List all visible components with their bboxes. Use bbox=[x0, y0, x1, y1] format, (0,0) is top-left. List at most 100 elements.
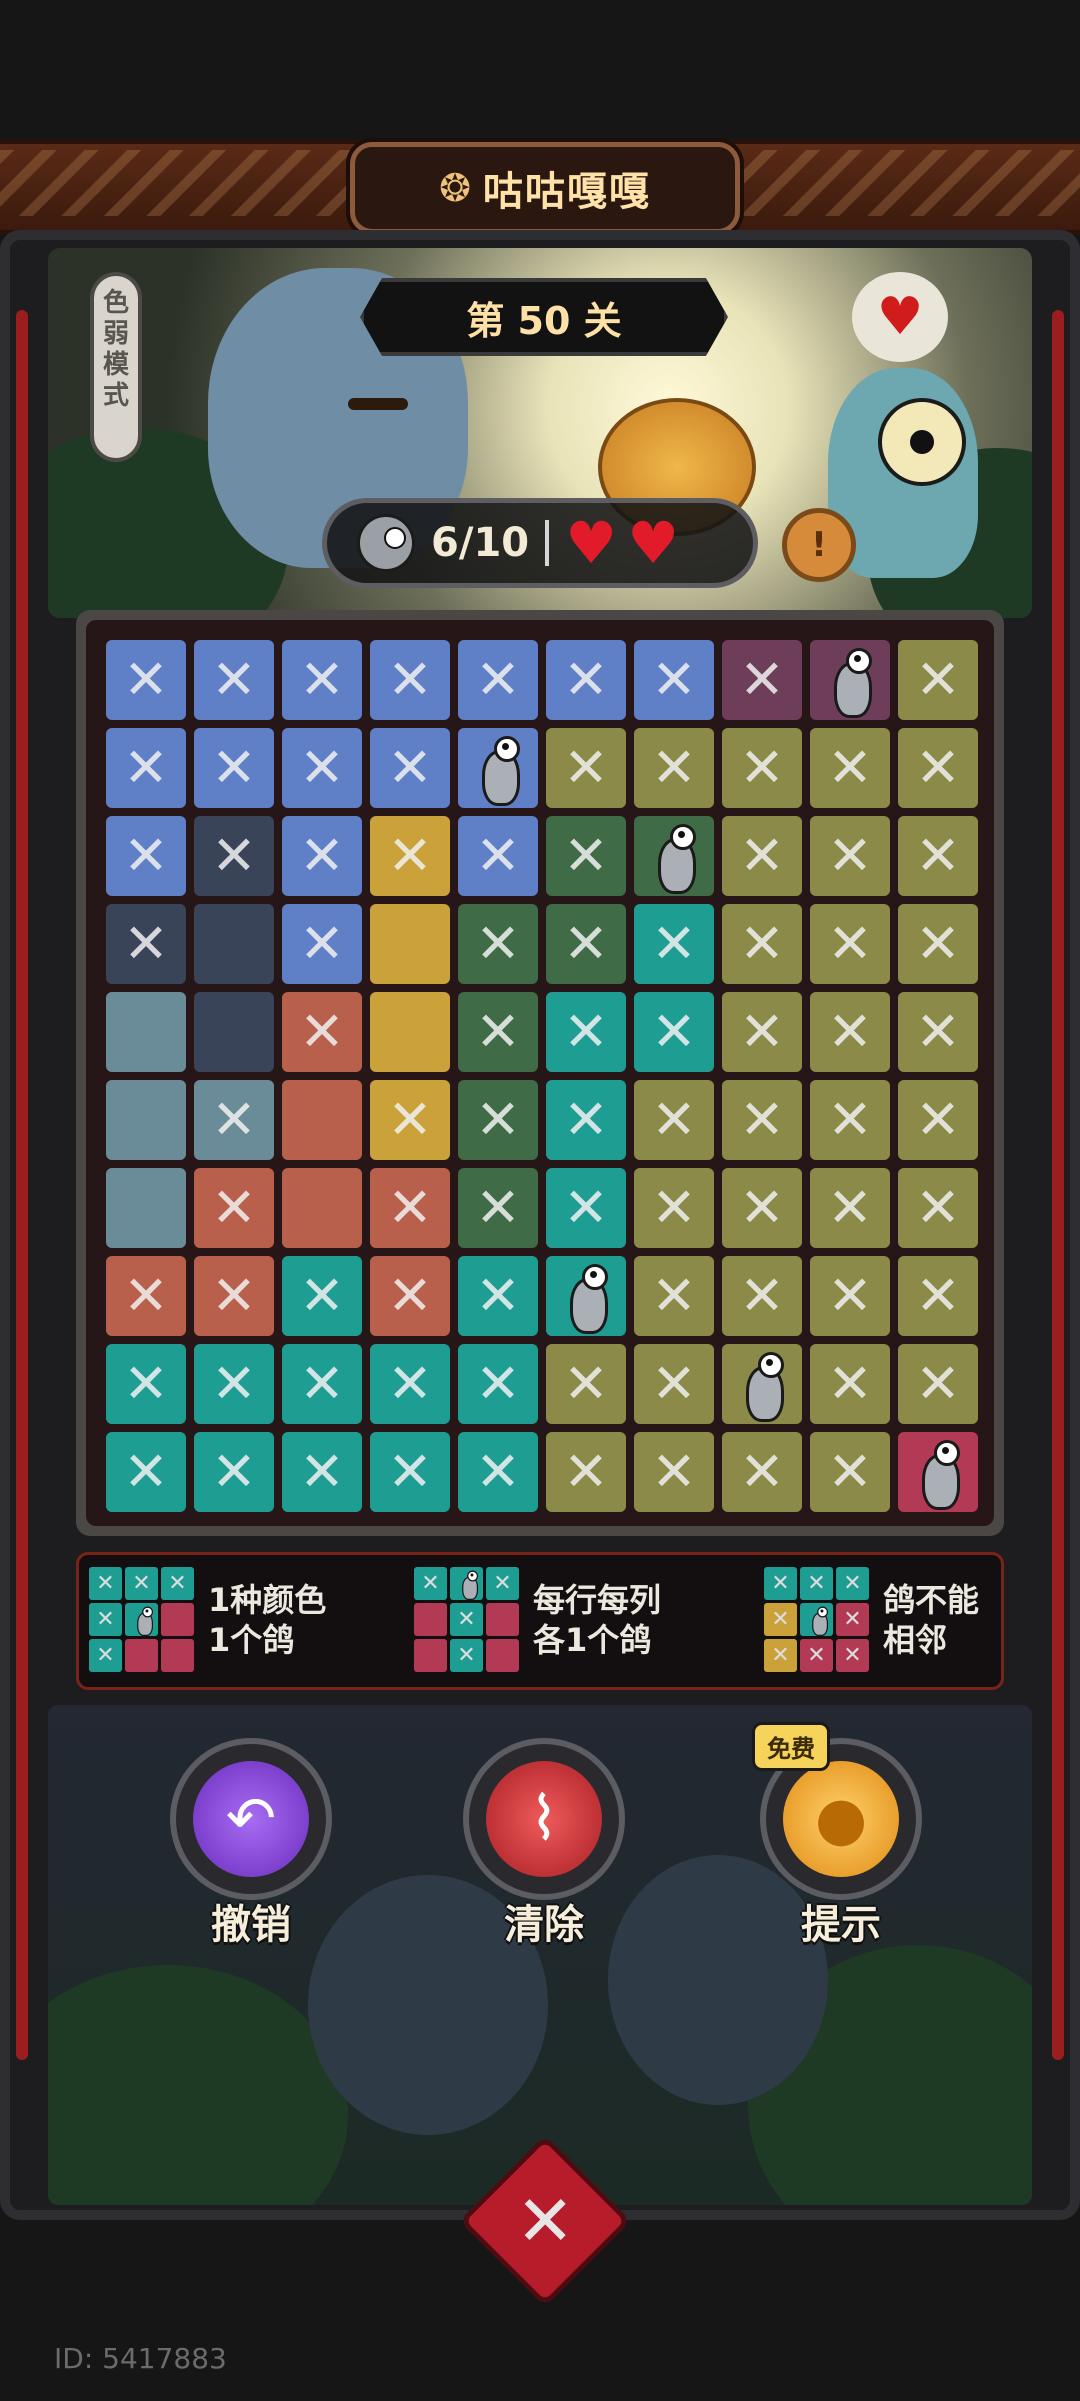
board-cell[interactable]: ✕ bbox=[634, 640, 714, 720]
board-cell[interactable]: ✕ bbox=[194, 1168, 274, 1248]
board-cell[interactable]: ✕ bbox=[722, 1168, 802, 1248]
board-cell[interactable]: ✕ bbox=[546, 1080, 626, 1160]
board-cell[interactable]: ✕ bbox=[546, 728, 626, 808]
board-cell[interactable] bbox=[458, 728, 538, 808]
board-cell[interactable]: ✕ bbox=[546, 1168, 626, 1248]
board-cell[interactable]: ✕ bbox=[546, 816, 626, 896]
board-cell[interactable]: ✕ bbox=[106, 1432, 186, 1512]
board-cell[interactable]: ✕ bbox=[458, 992, 538, 1072]
board-cell[interactable]: ✕ bbox=[898, 728, 978, 808]
board-cell[interactable]: ✕ bbox=[634, 1256, 714, 1336]
board-cell[interactable]: ✕ bbox=[898, 992, 978, 1072]
board-cell[interactable]: ✕ bbox=[810, 816, 890, 896]
board-cell[interactable]: ✕ bbox=[634, 992, 714, 1072]
board-cell[interactable]: ✕ bbox=[898, 1256, 978, 1336]
board-cell[interactable] bbox=[898, 1432, 978, 1512]
board-cell[interactable] bbox=[282, 1168, 362, 1248]
board-cell[interactable]: ✕ bbox=[634, 904, 714, 984]
board-cell[interactable] bbox=[370, 904, 450, 984]
board-cell[interactable]: ✕ bbox=[810, 1432, 890, 1512]
undo-button[interactable]: ↶ 撤销 bbox=[170, 1738, 332, 1950]
board-cell[interactable]: ✕ bbox=[458, 816, 538, 896]
board-cell[interactable]: ✕ bbox=[106, 1344, 186, 1424]
board-cell[interactable]: ✕ bbox=[722, 640, 802, 720]
board-cell[interactable]: ✕ bbox=[282, 904, 362, 984]
board-cell[interactable]: ✕ bbox=[194, 728, 274, 808]
hint-button[interactable]: ● 免费 提示 bbox=[752, 1722, 922, 1950]
board-cell[interactable]: ✕ bbox=[370, 640, 450, 720]
board-cell[interactable]: ✕ bbox=[810, 1256, 890, 1336]
board-cell[interactable]: ✕ bbox=[898, 1344, 978, 1424]
board-cell[interactable]: ✕ bbox=[722, 1256, 802, 1336]
board-cell[interactable] bbox=[106, 1168, 186, 1248]
board-cell[interactable]: ✕ bbox=[898, 904, 978, 984]
board-cell[interactable]: ✕ bbox=[458, 1256, 538, 1336]
board-cell[interactable] bbox=[722, 1344, 802, 1424]
board-cell[interactable]: ✕ bbox=[810, 1168, 890, 1248]
board-cell[interactable]: ✕ bbox=[546, 640, 626, 720]
board-cell[interactable]: ✕ bbox=[546, 1344, 626, 1424]
board-cell[interactable]: ✕ bbox=[898, 1080, 978, 1160]
board-cell[interactable]: ✕ bbox=[722, 992, 802, 1072]
board-cell[interactable]: ✕ bbox=[194, 1256, 274, 1336]
board-cell[interactable]: ✕ bbox=[546, 1432, 626, 1512]
board-cell[interactable]: ✕ bbox=[546, 904, 626, 984]
board-cell[interactable]: ✕ bbox=[546, 992, 626, 1072]
board-cell[interactable]: ✕ bbox=[458, 1168, 538, 1248]
board-cell[interactable]: ✕ bbox=[458, 1080, 538, 1160]
board-cell[interactable]: ✕ bbox=[370, 1080, 450, 1160]
board-cell[interactable] bbox=[370, 992, 450, 1072]
board-cell[interactable]: ✕ bbox=[282, 1432, 362, 1512]
board-cell[interactable]: ✕ bbox=[282, 728, 362, 808]
board-cell[interactable]: ✕ bbox=[194, 816, 274, 896]
board-cell[interactable]: ✕ bbox=[634, 1432, 714, 1512]
board-cell[interactable] bbox=[282, 1080, 362, 1160]
board-cell[interactable]: ✕ bbox=[458, 904, 538, 984]
board-cell[interactable]: ✕ bbox=[458, 1344, 538, 1424]
board-cell[interactable]: ✕ bbox=[194, 1344, 274, 1424]
board-cell[interactable]: ✕ bbox=[810, 1344, 890, 1424]
board-cell[interactable]: ✕ bbox=[634, 728, 714, 808]
board-cell[interactable] bbox=[546, 1256, 626, 1336]
board-cell[interactable]: ✕ bbox=[370, 728, 450, 808]
colorblind-mode-toggle[interactable]: 色弱模式 bbox=[90, 272, 142, 462]
board-cell[interactable]: ✕ bbox=[282, 640, 362, 720]
board-cell[interactable] bbox=[194, 904, 274, 984]
board-cell[interactable]: ✕ bbox=[634, 1344, 714, 1424]
board-cell[interactable]: ✕ bbox=[282, 1344, 362, 1424]
board-cell[interactable]: ✕ bbox=[282, 1256, 362, 1336]
board-cell[interactable]: ✕ bbox=[722, 1080, 802, 1160]
board-cell[interactable]: ✕ bbox=[634, 1080, 714, 1160]
board-cell[interactable]: ✕ bbox=[810, 1080, 890, 1160]
board-cell[interactable]: ✕ bbox=[370, 1344, 450, 1424]
board-cell[interactable] bbox=[106, 992, 186, 1072]
board-cell[interactable]: ✕ bbox=[106, 1256, 186, 1336]
board-cell[interactable]: ✕ bbox=[458, 1432, 538, 1512]
board-cell[interactable]: ✕ bbox=[810, 904, 890, 984]
board-cell[interactable]: ✕ bbox=[106, 816, 186, 896]
board-cell[interactable]: ✕ bbox=[634, 1168, 714, 1248]
board-cell[interactable]: ✕ bbox=[898, 640, 978, 720]
board-cell[interactable]: ✕ bbox=[722, 816, 802, 896]
board-cell[interactable]: ✕ bbox=[898, 816, 978, 896]
board-cell[interactable]: ✕ bbox=[810, 728, 890, 808]
board-cell[interactable] bbox=[106, 1080, 186, 1160]
board-cell[interactable]: ✕ bbox=[370, 1168, 450, 1248]
board-cell[interactable]: ✕ bbox=[458, 640, 538, 720]
board-cell[interactable]: ✕ bbox=[282, 816, 362, 896]
board-cell[interactable]: ✕ bbox=[194, 1080, 274, 1160]
board-cell[interactable]: ✕ bbox=[194, 1432, 274, 1512]
info-button[interactable]: ! bbox=[782, 508, 856, 582]
board-cell[interactable]: ✕ bbox=[282, 992, 362, 1072]
board-cell[interactable]: ✕ bbox=[106, 728, 186, 808]
board-cell[interactable]: ✕ bbox=[722, 728, 802, 808]
board-cell[interactable]: ✕ bbox=[194, 640, 274, 720]
board-cell[interactable]: ✕ bbox=[370, 816, 450, 896]
board-cell[interactable]: ✕ bbox=[106, 640, 186, 720]
board-cell[interactable]: ✕ bbox=[722, 1432, 802, 1512]
board-cell[interactable]: ✕ bbox=[898, 1168, 978, 1248]
board-cell[interactable]: ✕ bbox=[722, 904, 802, 984]
board-cell[interactable]: ✕ bbox=[106, 904, 186, 984]
board-cell[interactable] bbox=[194, 992, 274, 1072]
board-cell[interactable]: ✕ bbox=[370, 1432, 450, 1512]
